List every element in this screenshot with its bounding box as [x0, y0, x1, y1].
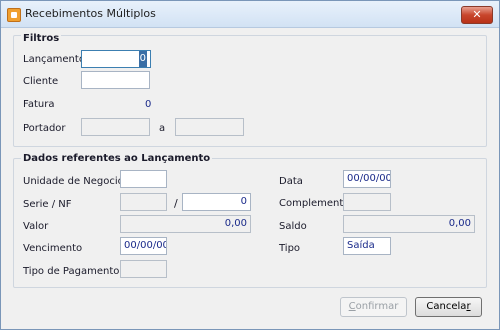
serie-nf-label: Serie / NF	[23, 199, 72, 210]
saldo-field[interactable]: 0,00	[343, 215, 475, 233]
portador-label: Portador	[23, 123, 66, 134]
title-bar: Recebimentos Múltiplos ✕	[1, 1, 499, 28]
unidade-label: Unidade de Negocio	[23, 176, 124, 187]
receipts-dialog: Recebimentos Múltiplos ✕ Filtros Lançame…	[0, 0, 500, 330]
tipo-label: Tipo	[279, 243, 301, 254]
confirm-label-rest: onfirmar	[355, 301, 399, 312]
filters-group-title: Filtros	[21, 33, 62, 44]
lancamento-value: 0	[138, 51, 147, 67]
confirm-button[interactable]: Confirmar	[340, 297, 407, 317]
data-label: Data	[279, 176, 303, 187]
cliente-label: Cliente	[23, 76, 59, 87]
serie-field[interactable]	[120, 193, 167, 211]
tipo-pagamento-field[interactable]	[120, 260, 167, 278]
cancel-mnemonic: r	[466, 301, 471, 312]
window-title: Recebimentos Múltiplos	[25, 7, 156, 20]
tipo-field[interactable]: Saída	[343, 237, 391, 255]
entry-data-group-title: Dados referentes ao Lançamento	[21, 153, 213, 164]
vencimento-label: Vencimento	[23, 243, 83, 254]
cliente-field[interactable]	[81, 71, 150, 89]
fatura-value: 0	[145, 99, 152, 110]
valor-field[interactable]: 0,00	[120, 215, 251, 233]
cancel-button[interactable]: Cancelar	[415, 297, 482, 317]
receipt-app-icon	[7, 8, 21, 22]
confirm-mnemonic: C	[348, 301, 356, 312]
tipo-pagamento-label: Tipo de Pagamento	[23, 266, 120, 277]
complemento-label: Complemento	[279, 198, 350, 209]
serie-separator: /	[174, 197, 178, 210]
complemento-field[interactable]	[343, 193, 391, 211]
saldo-label: Saldo	[279, 221, 307, 232]
cancel-label-start: Cancela	[426, 301, 467, 312]
vencimento-field[interactable]: 00/00/00	[120, 237, 167, 255]
valor-label: Valor	[23, 221, 49, 232]
portador-separator: a	[159, 123, 166, 134]
close-button[interactable]: ✕	[461, 6, 493, 24]
unidade-field[interactable]	[120, 170, 167, 188]
lancamento-label: Lançamento	[23, 54, 85, 65]
portador-to-field[interactable]	[175, 118, 244, 136]
nf-field[interactable]: 0	[182, 193, 251, 211]
lancamento-field[interactable]: 0	[81, 50, 151, 68]
fatura-label: Fatura	[23, 99, 55, 110]
portador-from-field[interactable]	[81, 118, 150, 136]
data-field[interactable]: 00/00/00	[343, 170, 391, 188]
